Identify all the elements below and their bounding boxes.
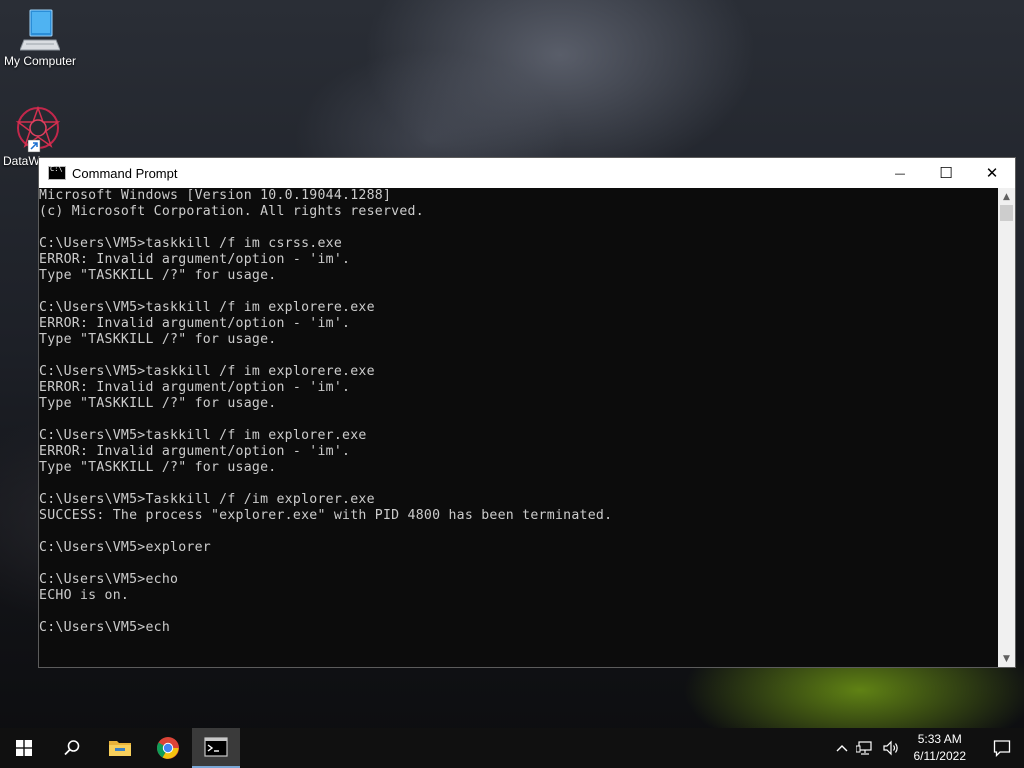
desktop-icon-label: My Computer (3, 54, 77, 68)
search-icon (64, 740, 80, 756)
title-bar[interactable]: Command Prompt — ☐ ✕ (39, 158, 1015, 188)
computer-icon (20, 9, 60, 51)
network-icon[interactable] (852, 740, 878, 756)
console-line: C:\Users\VM5>Taskkill /f /im explorer.ex… (39, 492, 375, 507)
cmd-icon (48, 165, 66, 180)
scroll-down-icon[interactable]: ▼ (998, 650, 1015, 667)
chrome-button[interactable] (144, 728, 192, 768)
show-hidden-icons-chevron-up-icon[interactable] (832, 743, 852, 753)
action-center-button[interactable] (980, 728, 1024, 768)
folder-icon (109, 741, 131, 756)
window-controls: — ☐ ✕ (877, 158, 1015, 188)
console-line: C:\Users\VM5>taskkill /f im explorere.ex… (39, 364, 375, 379)
console-line: C:\Users\VM5>taskkill /f im explorere.ex… (39, 300, 375, 315)
desktop-icon-my-computer[interactable]: My Computer (0, 8, 80, 68)
windows-logo-icon (16, 740, 32, 756)
console-line: C:\Users\VM5>echo (39, 572, 179, 587)
clock-date: 6/11/2022 (913, 749, 967, 763)
console-output[interactable]: Microsoft Windows [Version 10.0.19044.12… (39, 188, 998, 667)
clock-time: 5:33 AM (917, 732, 962, 746)
minimize-button[interactable]: — (877, 158, 923, 188)
console-line: Type "TASKKILL /?" for usage. (39, 332, 277, 347)
console-line: (c) Microsoft Corporation. All rights re… (39, 204, 424, 219)
maximize-icon: ☐ (939, 164, 953, 182)
maximize-button[interactable]: ☐ (923, 158, 969, 188)
volume-icon[interactable] (878, 740, 904, 756)
taskbar: 5:33 AM 6/11/2022 (0, 728, 1024, 768)
scroll-up-icon[interactable]: ▲ (998, 188, 1015, 205)
dataw-app-icon (15, 105, 61, 153)
system-tray: 5:33 AM 6/11/2022 (832, 728, 1024, 768)
console-line: Type "TASKKILL /?" for usage. (39, 396, 277, 411)
cmd-taskbar-button[interactable] (192, 728, 240, 768)
minimize-icon: — (894, 166, 906, 180)
console-line: ERROR: Invalid argument/option - 'im'. (39, 380, 351, 395)
start-button[interactable] (0, 728, 48, 768)
console-line: SUCCESS: The process "explorer.exe" with… (39, 508, 613, 523)
console-line: C:\Users\VM5>taskkill /f im explorer.exe (39, 428, 367, 443)
console-line: Microsoft Windows [Version 10.0.19044.12… (39, 188, 392, 203)
vertical-scrollbar[interactable]: ▲ ▼ (998, 188, 1015, 667)
console-line: C:\Users\VM5>taskkill /f im csrss.exe (39, 236, 343, 251)
console-line: ERROR: Invalid argument/option - 'im'. (39, 252, 351, 267)
chrome-icon (157, 737, 179, 759)
console-line: ERROR: Invalid argument/option - 'im'. (39, 316, 351, 331)
console-line: Type "TASKKILL /?" for usage. (39, 268, 277, 283)
scroll-thumb[interactable] (1000, 205, 1013, 221)
console-line: ECHO is on. (39, 588, 130, 603)
console-line: Type "TASKKILL /?" for usage. (39, 460, 277, 475)
clock[interactable]: 5:33 AM 6/11/2022 (904, 731, 981, 765)
console-line: C:\Users\VM5>ech (39, 620, 171, 635)
cmd-icon (204, 737, 228, 757)
close-icon: ✕ (985, 164, 999, 182)
file-explorer-button[interactable] (96, 728, 144, 768)
close-button[interactable]: ✕ (969, 158, 1015, 188)
search-button[interactable] (48, 728, 96, 768)
console-line: ERROR: Invalid argument/option - 'im'. (39, 444, 351, 459)
notification-icon (993, 740, 1011, 757)
command-prompt-window[interactable]: Command Prompt — ☐ ✕ Microsoft Windows [… (38, 157, 1016, 668)
console-line: C:\Users\VM5>explorer (39, 540, 211, 555)
window-title: Command Prompt (72, 165, 178, 181)
